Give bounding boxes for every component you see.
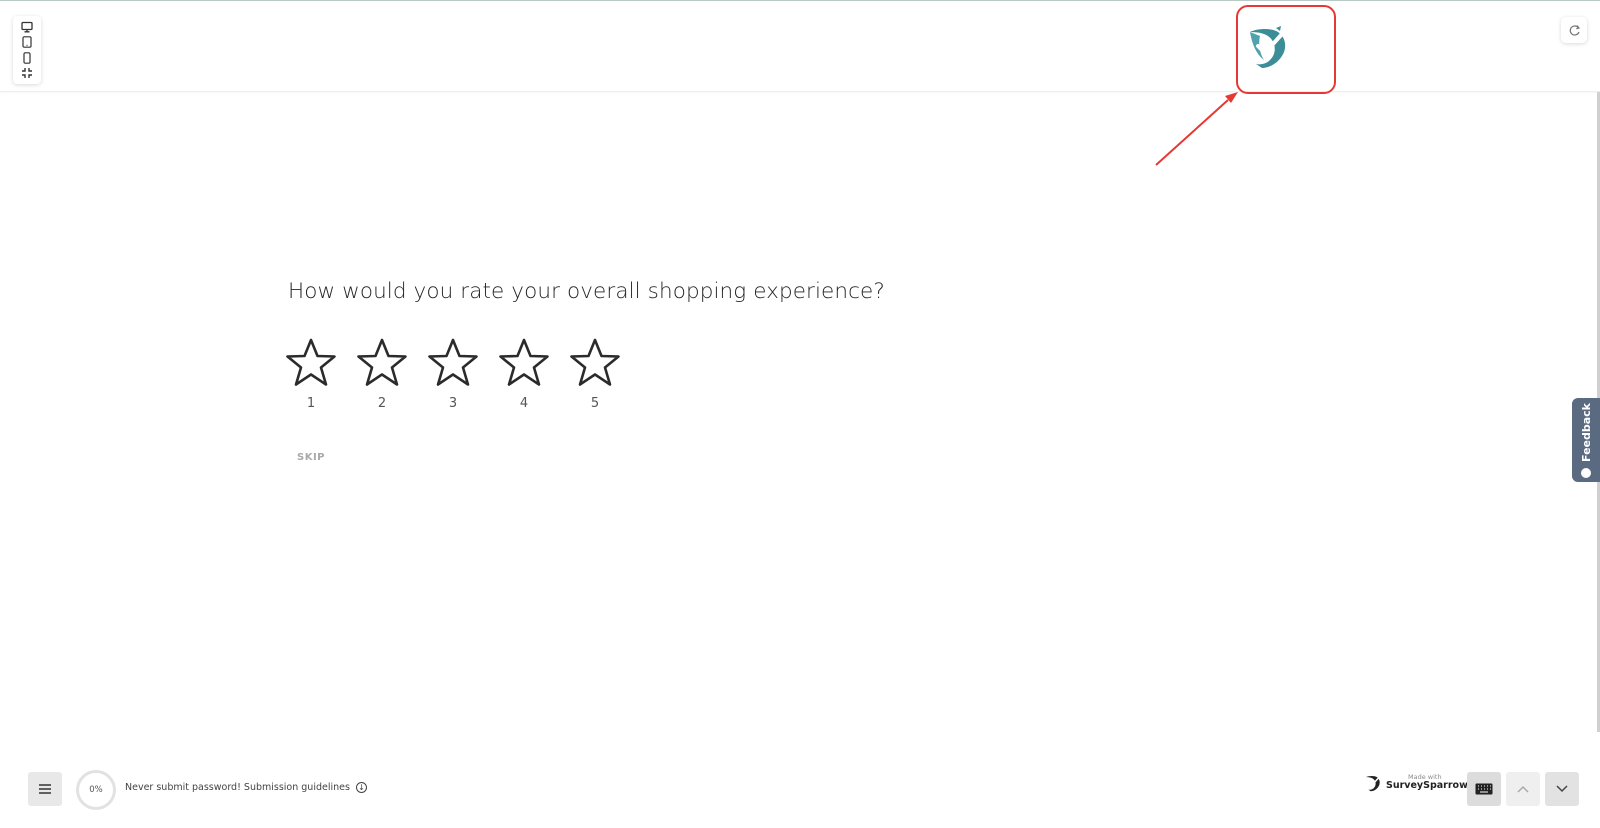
refresh-button[interactable]: [1561, 17, 1587, 43]
progress-indicator: 0%: [76, 770, 116, 810]
desktop-icon[interactable]: [19, 20, 35, 34]
rating-label: 4: [519, 396, 529, 411]
star-outline-icon: [499, 338, 549, 386]
collapse-icon[interactable]: [19, 66, 35, 80]
rating-option-4[interactable]: 4: [499, 338, 549, 411]
star-rating: 1 2 3 4 5: [286, 338, 620, 411]
brand-text: SurveySparrow: [1386, 780, 1468, 792]
progress-text: 0%: [89, 785, 103, 795]
next-question-button[interactable]: [1545, 772, 1579, 806]
survey-header: [0, 1, 1600, 92]
notice-text[interactable]: Never submit password! Submission guidel…: [125, 782, 350, 793]
rating-option-3[interactable]: 3: [428, 338, 478, 411]
annotation-arrow: [1155, 92, 1238, 166]
star-outline-icon: [570, 338, 620, 386]
logo-highlight-box: [1236, 5, 1336, 94]
skip-button[interactable]: SKIP: [297, 452, 325, 463]
feedback-dot-icon: [1581, 467, 1591, 478]
tablet-icon[interactable]: [19, 35, 35, 49]
chevron-up-icon: [1517, 785, 1529, 793]
rating-label: 2: [377, 396, 387, 411]
mobile-icon[interactable]: [19, 51, 35, 65]
rating-option-1[interactable]: 1: [286, 338, 336, 411]
made-with-badge[interactable]: Made with SurveySparrow: [1364, 774, 1468, 792]
password-notice: Never submit password! Submission guidel…: [125, 782, 367, 793]
keyboard-button[interactable]: [1467, 772, 1501, 806]
rating-option-2[interactable]: 2: [357, 338, 407, 411]
feedback-label: Feedback: [1579, 402, 1593, 462]
refresh-icon: [1569, 24, 1580, 36]
star-outline-icon: [357, 338, 407, 386]
survey-footer: 0% Never submit password! Submission gui…: [0, 760, 1600, 828]
question-text: How would you rate your overall shopping…: [288, 279, 885, 304]
device-preview-toolbar: [13, 16, 41, 84]
rating-label: 1: [306, 396, 316, 411]
hamburger-menu-icon: [39, 784, 51, 794]
download-icon[interactable]: ↓: [355, 782, 367, 793]
rating-option-5[interactable]: 5: [570, 338, 620, 411]
keyboard-icon: [1475, 783, 1493, 795]
star-outline-icon: [428, 338, 478, 386]
feedback-tab[interactable]: Feedback: [1572, 398, 1600, 482]
survey-sparrow-small-logo-icon: [1365, 775, 1380, 792]
star-outline-icon: [286, 338, 336, 386]
rating-label: 5: [590, 396, 600, 411]
menu-button[interactable]: [28, 772, 62, 806]
chevron-down-icon: [1556, 785, 1568, 793]
previous-question-button[interactable]: [1506, 772, 1540, 806]
rating-label: 3: [448, 396, 458, 411]
